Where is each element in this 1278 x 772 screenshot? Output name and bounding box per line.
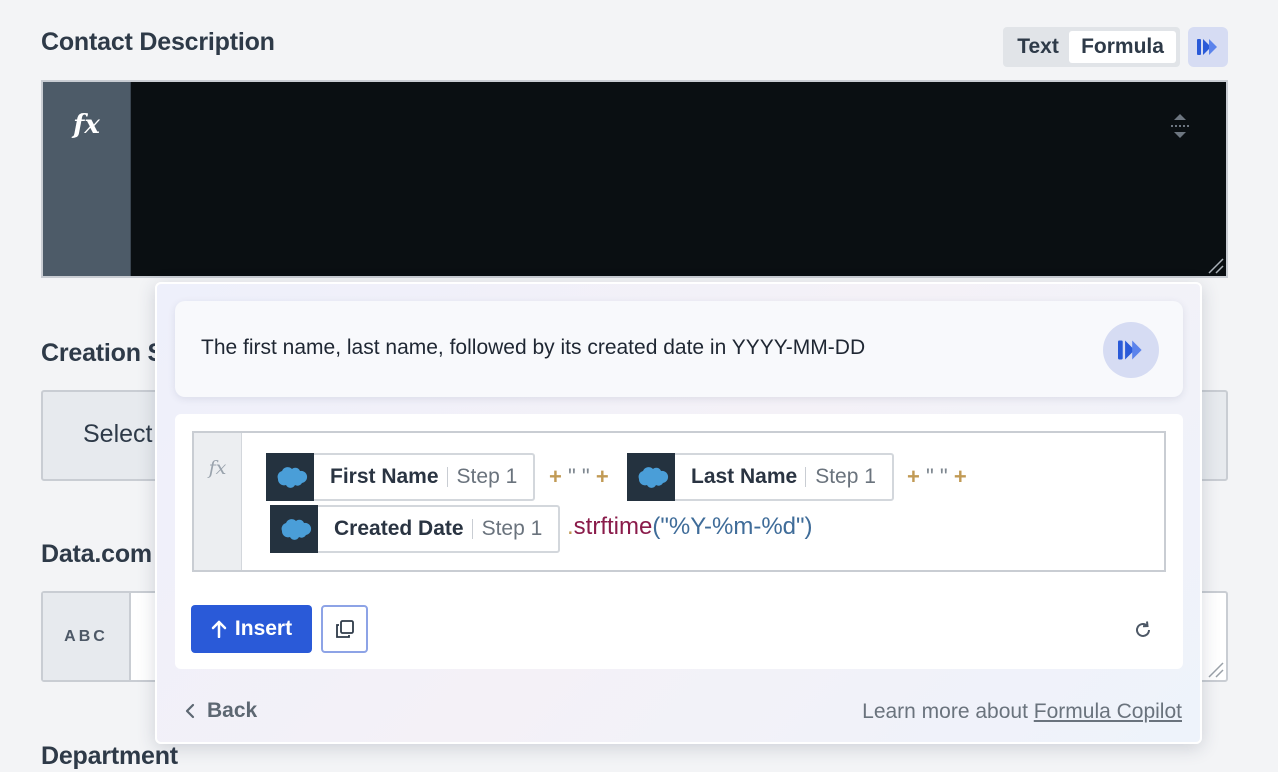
field-label-data-com: Data.com bbox=[41, 540, 152, 568]
copilot-icon bbox=[1118, 340, 1142, 360]
fx-icon: fx bbox=[208, 457, 227, 479]
refresh-icon bbox=[1136, 621, 1150, 637]
token-name: Last Name bbox=[691, 465, 798, 488]
learn-more-text: Learn more about Formula Copilot bbox=[862, 700, 1182, 723]
token-step: Step 1 bbox=[456, 465, 518, 488]
concat-operator: + " " + bbox=[549, 464, 609, 489]
field-label-creation-source: Creation S bbox=[41, 339, 165, 367]
insert-label: Insert bbox=[234, 617, 293, 640]
token-name: First Name bbox=[330, 465, 439, 488]
mode-formula-option[interactable]: Formula bbox=[1069, 31, 1176, 63]
formula-copilot-link[interactable]: Formula Copilot bbox=[1034, 700, 1182, 723]
chevron-left-icon bbox=[185, 703, 195, 719]
salesforce-logo-icon bbox=[266, 453, 314, 501]
concat-operator: + " " + bbox=[907, 464, 967, 489]
fx-icon: fx bbox=[73, 110, 100, 140]
field-label-contact-description: Contact Description bbox=[41, 28, 275, 56]
resize-handle-icon[interactable] bbox=[1206, 660, 1224, 678]
formula-editor-gutter: fx bbox=[43, 82, 131, 276]
result-gutter: fx bbox=[194, 433, 242, 570]
token-step: Step 1 bbox=[481, 517, 543, 540]
insert-button[interactable]: Insert bbox=[191, 605, 312, 653]
copy-button[interactable] bbox=[321, 605, 368, 653]
token-step: Step 1 bbox=[815, 465, 876, 488]
strftime-call: .strftime("%Y-%m-%d") bbox=[567, 513, 813, 540]
salesforce-logo-icon bbox=[627, 453, 675, 501]
formula-copilot-button[interactable] bbox=[1188, 27, 1228, 67]
arrow-up-icon bbox=[211, 620, 227, 638]
result-card: fx First Name Step 1 + " " + Last Name S… bbox=[175, 414, 1183, 669]
field-label-department: Department bbox=[41, 742, 178, 770]
resize-handle-icon[interactable] bbox=[1206, 256, 1224, 274]
mode-toggle: Text Formula bbox=[1003, 27, 1180, 67]
prompt-card: The first name, last name, followed by i… bbox=[175, 301, 1183, 397]
token-created-date: Created Date Step 1 bbox=[270, 505, 561, 553]
prompt-submit-button[interactable] bbox=[1103, 322, 1159, 378]
abc-type-label: ABC bbox=[43, 593, 131, 680]
formula-editor[interactable]: fx bbox=[41, 80, 1228, 278]
select-placeholder: Select bbox=[83, 420, 153, 448]
formula-copilot-popover: The first name, last name, followed by i… bbox=[155, 282, 1202, 744]
salesforce-logo-icon bbox=[270, 505, 318, 553]
prompt-text[interactable]: The first name, last name, followed by i… bbox=[201, 336, 865, 360]
token-name: Created Date bbox=[334, 517, 464, 540]
copy-icon bbox=[335, 620, 354, 638]
expand-icon[interactable] bbox=[1168, 112, 1192, 140]
back-button[interactable]: Back bbox=[185, 699, 257, 723]
generated-formula-preview: fx First Name Step 1 + " " + Last Name S… bbox=[192, 431, 1166, 572]
back-label: Back bbox=[207, 699, 258, 722]
token-first-name: First Name Step 1 bbox=[266, 453, 536, 501]
mode-text-option[interactable]: Text bbox=[1007, 31, 1069, 63]
copilot-icon bbox=[1197, 39, 1217, 55]
token-last-name: Last Name Step 1 bbox=[627, 453, 894, 501]
regenerate-button[interactable] bbox=[1131, 618, 1155, 642]
